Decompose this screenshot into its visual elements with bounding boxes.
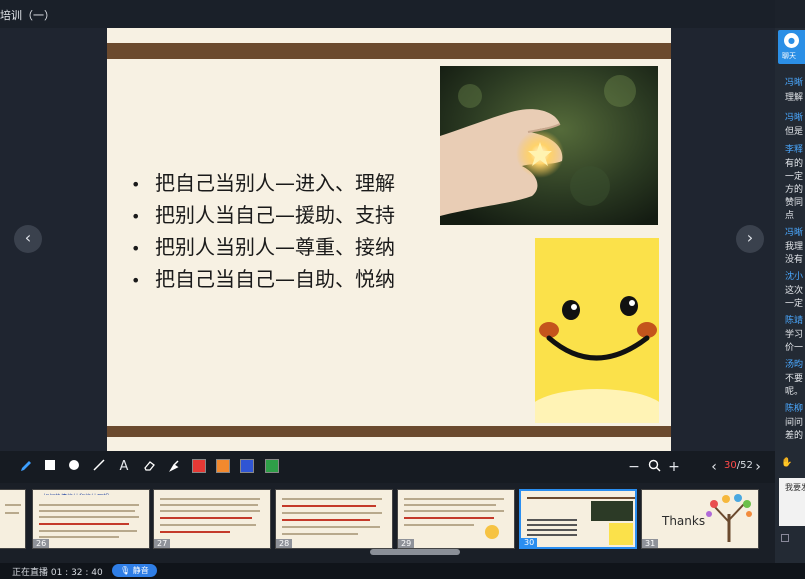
thumbnail-number: 27	[154, 539, 171, 548]
bullet-item: • 把自己当自己—自助、悦纳	[131, 267, 395, 291]
chat-message: 一定	[785, 172, 804, 182]
chat-message: 赞同	[785, 198, 804, 208]
chat-message: 不要	[785, 374, 804, 384]
chat-input[interactable]: 我要发	[779, 478, 805, 526]
chat-tools: ✋	[781, 458, 792, 468]
star-hand-image	[440, 66, 658, 225]
sun-icon	[485, 525, 499, 539]
pen-icon[interactable]	[18, 459, 34, 475]
slide-thumbnail-partial[interactable]	[0, 489, 26, 549]
eraser-icon[interactable]	[141, 459, 157, 475]
slide-thumbnail[interactable]: 29	[397, 489, 515, 549]
chat-tab[interactable]: ● 聊天	[778, 30, 805, 64]
chat-sender: 沈小	[785, 272, 804, 282]
current-page: 30	[724, 460, 737, 471]
color-blue-swatch[interactable]	[240, 459, 254, 473]
annotation-toolbar: A − + ‹ 30/52 ›	[0, 451, 775, 483]
chat-message: 有的	[785, 159, 804, 169]
smiley-face-graphic	[535, 238, 659, 423]
hand-icon[interactable]: ✋	[781, 458, 792, 468]
chevron-right-icon: ›	[746, 228, 754, 247]
thumbnail-photo	[591, 501, 633, 521]
bullet-item: • 把自己当别人—进入、理解	[131, 171, 395, 195]
chat-sender: 汤昀	[785, 360, 804, 370]
thanks-text: Thanks	[662, 514, 706, 528]
chat-message: 这次	[785, 286, 804, 296]
chat-message: 方的	[785, 185, 804, 195]
mic-icon: 🎙	[120, 566, 133, 575]
zoom-search-icon[interactable]	[646, 459, 662, 475]
chat-message: 价一	[785, 343, 804, 353]
slide-top-band	[107, 43, 671, 59]
thumbnail-number: 29	[398, 539, 415, 548]
chat-message: 学习	[785, 330, 804, 340]
color-red-swatch[interactable]	[192, 459, 206, 473]
window-title: 培训（一）	[0, 9, 55, 22]
chat-panel: ● 聊天 冯晰 理解 冯晰 但是 李释 有的 一定 方的 赞同 点 冯晰 我理 …	[775, 28, 805, 563]
chat-message: 呢。	[785, 387, 804, 397]
chat-sender: 李释	[785, 145, 804, 155]
smiley-face-image	[535, 238, 659, 423]
color-green-swatch[interactable]	[265, 459, 279, 473]
mute-button[interactable]: 🎙 静音	[112, 564, 157, 577]
chat-message: 没有	[785, 255, 804, 265]
clear-icon[interactable]	[166, 459, 182, 475]
next-slide-button[interactable]: ›	[736, 225, 764, 253]
status-bar: 正在直播 01 : 32 : 40 🎙 静音	[0, 563, 805, 579]
chat-sender: 冯晰	[785, 113, 804, 123]
chat-sender: 冯晰	[785, 78, 804, 88]
chat-bubble-icon: ●	[784, 33, 799, 48]
bullet-item: • 把别人当别人—尊重、接纳	[131, 235, 395, 259]
live-timer: 正在直播 01 : 32 : 40	[12, 568, 103, 578]
star-hand-photo	[440, 66, 658, 225]
slide-thumbnail[interactable]: 27	[153, 489, 271, 549]
chat-tab-label: 聊天	[782, 52, 796, 60]
zoom-out-button[interactable]: −	[626, 459, 642, 475]
chat-message: 点	[785, 211, 795, 221]
bullet-item: • 把别人当自己—援助、支持	[131, 203, 395, 227]
chat-sender: 陈靖	[785, 316, 804, 326]
chat-message: 我理	[785, 242, 804, 252]
chat-message: 间问	[785, 418, 804, 428]
thumbnail-title: 如何热情接纳和接纳理想	[43, 492, 113, 495]
slide-bullet-list: • 把自己当别人—进入、理解 • 把别人当自己—援助、支持 • 把别人当别人—尊重、接…	[131, 168, 395, 296]
previous-slide-button[interactable]: ‹	[14, 225, 42, 253]
chat-message: 理解	[785, 93, 804, 103]
color-orange-swatch[interactable]	[216, 459, 230, 473]
thumbnail-smiley	[609, 523, 633, 545]
tree-icon	[706, 494, 752, 542]
chat-sender: 陈柳	[785, 404, 804, 414]
slide-thumbnail[interactable]: 28	[275, 489, 393, 549]
page-prev-button[interactable]: ‹	[706, 459, 722, 475]
zoom-in-button[interactable]: +	[666, 459, 682, 475]
chat-message: 但是	[785, 127, 804, 137]
chat-message: 一定	[785, 299, 804, 309]
slide-thumbnail-selected[interactable]: 30	[519, 489, 637, 549]
presentation-slide: • 把自己当别人—进入、理解 • 把别人当自己—援助、支持 • 把别人当别人—尊重、接…	[107, 28, 671, 451]
thumbnail-number: 30	[521, 538, 538, 547]
slide-thumbnail[interactable]: Thanks 31	[641, 489, 759, 549]
page-indicator: 30/52	[724, 460, 753, 471]
thumbnail-number: 31	[642, 539, 659, 548]
thumbnail-number: 28	[276, 539, 293, 548]
text-icon[interactable]: A	[116, 459, 132, 475]
chat-sender: 冯晰	[785, 228, 804, 238]
square-icon[interactable]	[42, 459, 58, 475]
slide-bottom-band	[107, 426, 671, 437]
line-icon[interactable]	[91, 459, 107, 475]
slide-thumbnail[interactable]: 如何热情接纳和接纳理想 26	[32, 489, 150, 549]
thumbnail-number: 26	[33, 539, 50, 548]
page-next-button[interactable]: ›	[750, 459, 766, 475]
chat-option-checkbox[interactable]	[781, 534, 789, 542]
title-bar: 培训（一）	[0, 0, 775, 28]
circle-icon[interactable]	[66, 459, 82, 475]
chat-message: 差的	[785, 431, 804, 441]
thumbnail-scrollbar[interactable]	[370, 549, 460, 555]
chevron-left-icon: ‹	[24, 228, 32, 247]
slide-thumbnail-strip: 如何热情接纳和接纳理想 26 27 28 29	[0, 483, 775, 563]
